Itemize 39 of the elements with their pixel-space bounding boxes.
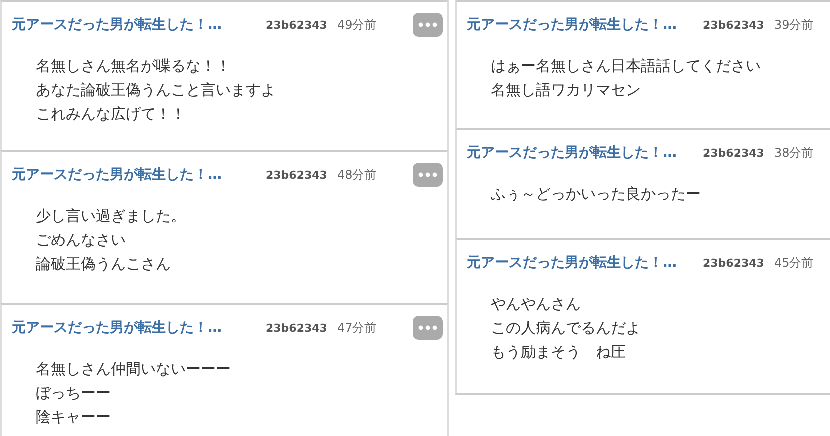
post-title-link[interactable]: 元アースだった男が転生した！… [12, 16, 260, 34]
post-title-link[interactable]: 元アースだった男が転生した！… [467, 16, 699, 34]
comment-text: この人病んでるんだよ [491, 318, 642, 339]
comment-text: これみんな広げて！！ [36, 104, 187, 125]
post-title-link[interactable]: 元アースだった男が転生した！… [12, 319, 260, 337]
comment-text: やんやんさん [491, 294, 582, 315]
timestamp: 39分前 [774, 16, 814, 34]
post-title-link[interactable]: 元アースだった男が転生した！… [12, 166, 260, 184]
more-icon [418, 172, 438, 178]
user-id: 23b62343 [703, 18, 764, 32]
user-id: 23b62343 [266, 18, 328, 32]
comment-text: ぼっちーー [36, 383, 112, 404]
comment-text: 名無し語ワカリマセン [491, 80, 642, 101]
comment-text: 名無しさん無名が喋るな！！ [36, 56, 232, 77]
more-options-button[interactable] [413, 13, 443, 37]
user-id: 23b62343 [266, 322, 328, 334]
post-title-link[interactable]: 元アースだった男が転生した！… [467, 144, 699, 162]
comment-text: ごめんなさい [36, 230, 127, 251]
comment-text: 少し言い過ぎました。 [36, 206, 187, 227]
comment-text: はぁー名無しさん日本語話してください [491, 56, 762, 77]
timestamp: 47分前 [337, 320, 377, 336]
timestamp: 45分前 [774, 254, 814, 272]
user-id: 23b62343 [703, 256, 764, 270]
user-id: 23b62343 [266, 168, 328, 182]
more-icon [418, 325, 438, 331]
more-options-button[interactable] [413, 163, 443, 187]
post-title-link[interactable]: 元アースだった男が転生した！… [467, 254, 699, 272]
comment-text: ふぅ～どっかいった良かったー [491, 184, 702, 205]
comment-text: 論破王偽うんこさん [36, 254, 172, 275]
timestamp: 38分前 [774, 144, 814, 162]
comment-text: 名無しさん仲間いないーーー [36, 359, 232, 380]
comment-text: あなた論破王偽うんこと言いますよ [36, 80, 277, 101]
user-id: 23b62343 [703, 146, 764, 160]
comment-text: 陰キャーー [36, 407, 112, 428]
more-icon [418, 22, 438, 28]
more-options-button[interactable] [413, 316, 443, 340]
timestamp: 48分前 [337, 166, 377, 184]
comment-text: もう励まそう ね圧 [491, 342, 627, 363]
timestamp: 49分前 [337, 16, 377, 34]
